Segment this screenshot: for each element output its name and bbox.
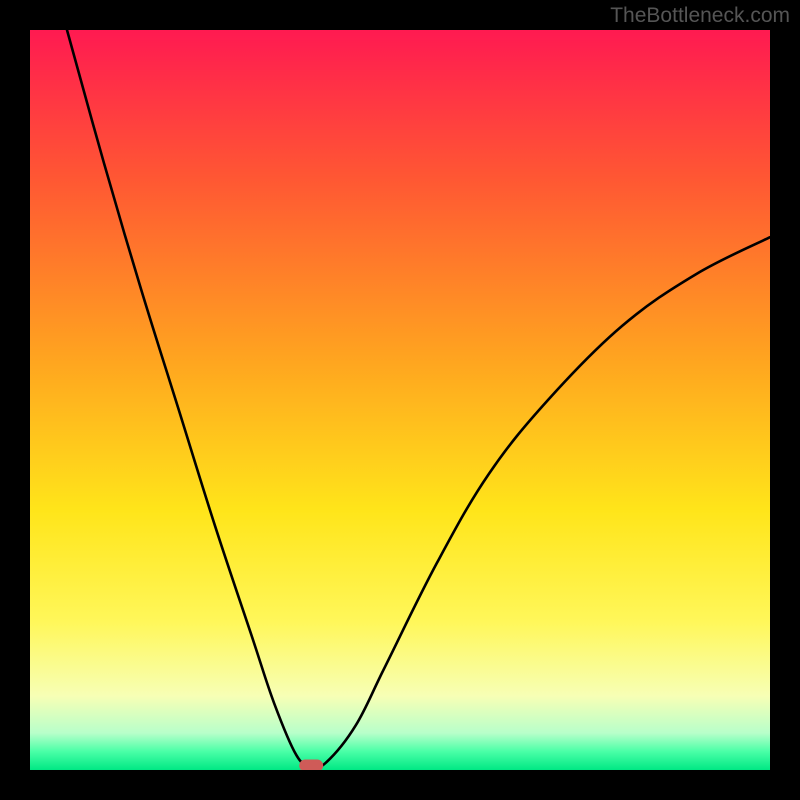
plot-area bbox=[30, 30, 770, 770]
optimum-marker bbox=[299, 760, 323, 770]
chart-frame: TheBottleneck.com bbox=[0, 0, 800, 800]
gradient-background bbox=[30, 30, 770, 770]
watermark-text: TheBottleneck.com bbox=[610, 4, 790, 28]
chart-svg bbox=[30, 30, 770, 770]
